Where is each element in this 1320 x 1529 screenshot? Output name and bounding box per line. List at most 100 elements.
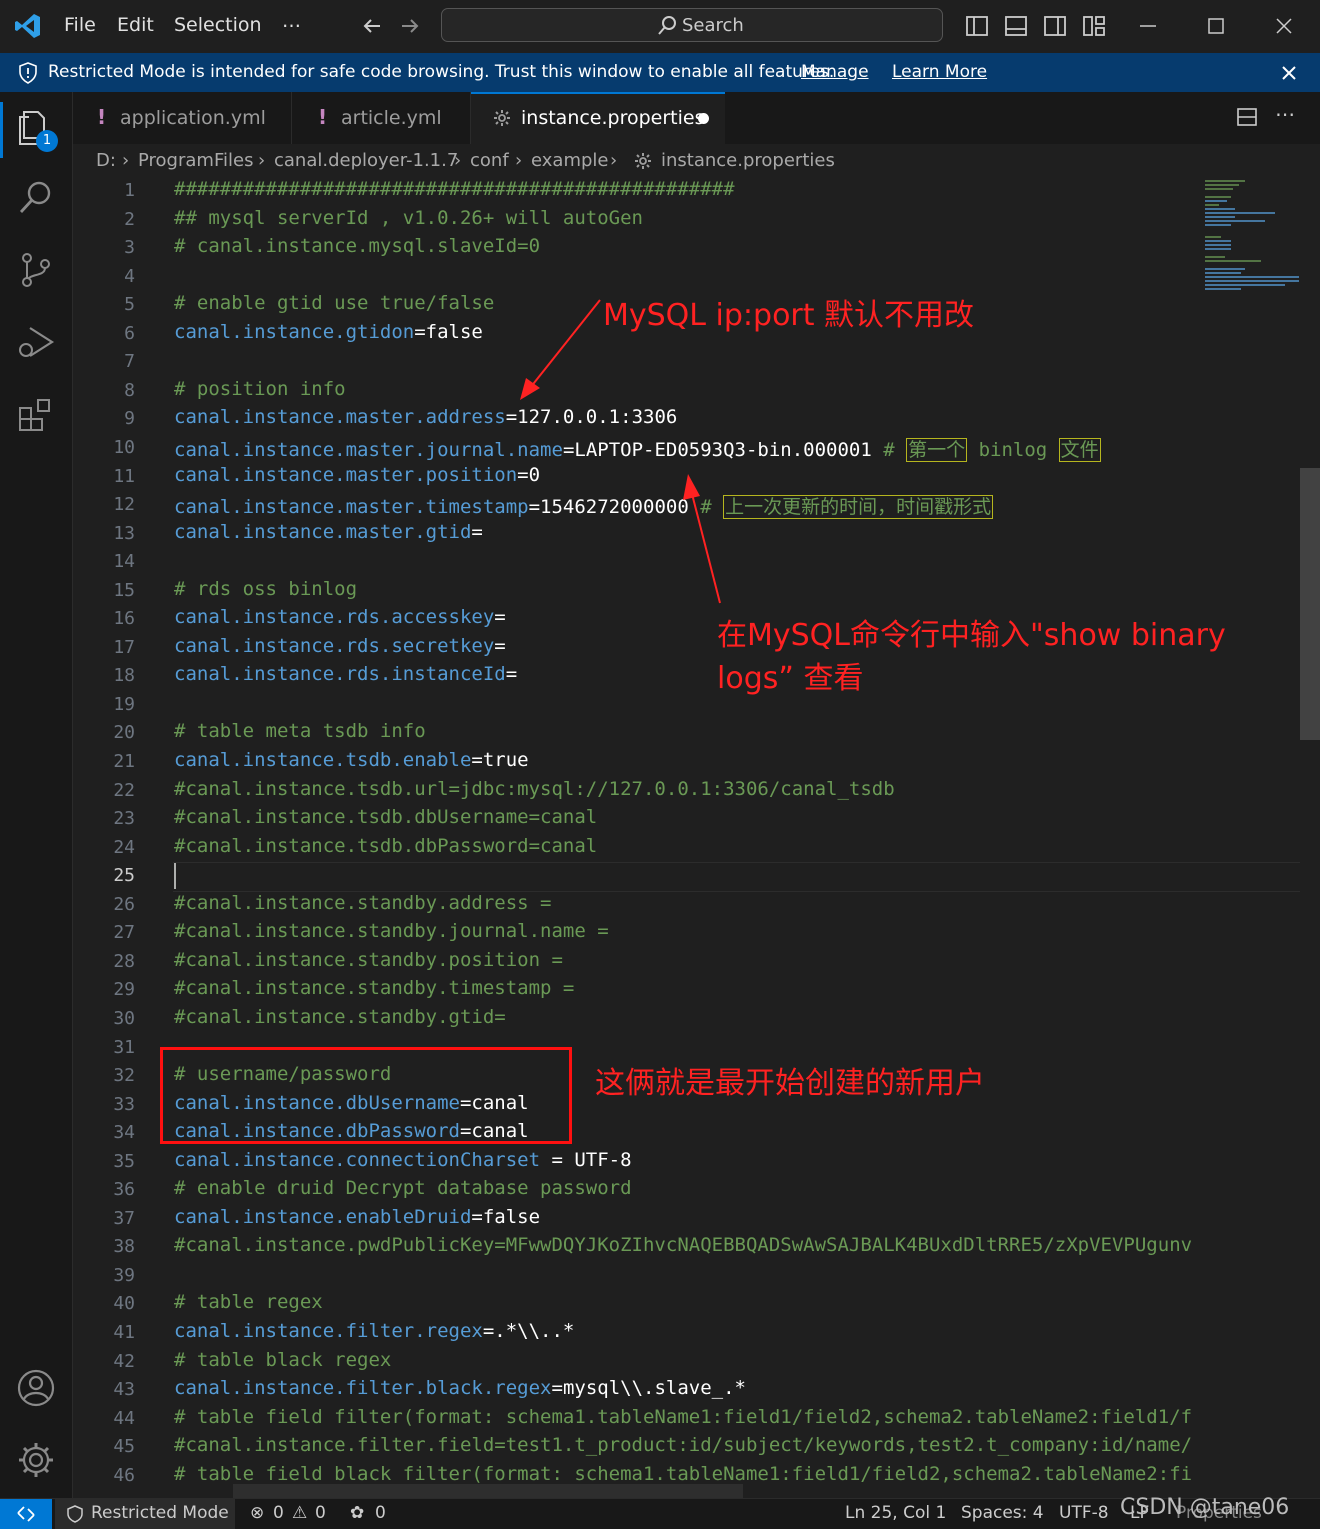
line-number: 34 xyxy=(113,1122,135,1144)
line-number: 13 xyxy=(113,522,135,544)
toggle-panel-icon[interactable] xyxy=(1004,14,1028,38)
line-number: 28 xyxy=(113,950,135,972)
line-number: 40 xyxy=(113,1293,135,1315)
comment-text: # canal.instance.mysql.slaveId=0 xyxy=(174,235,541,258)
code-line[interactable]: # table field black filter(format: schem… xyxy=(174,1463,1192,1485)
toggle-secondary-sidebar-icon[interactable] xyxy=(1043,14,1067,38)
code-line[interactable]: canal.instance.filter.regex=.*\\..* xyxy=(174,1320,574,1342)
highlighted-comment: 文件 xyxy=(1058,437,1101,462)
restricted-mode-status[interactable]: Restricted Mode xyxy=(55,1499,235,1529)
manage-link[interactable]: Manage xyxy=(801,62,869,82)
menu-file[interactable]: File xyxy=(64,14,96,36)
banner-message: Restricted Mode is intended for safe cod… xyxy=(48,62,835,82)
tab-instance-properties[interactable]: instance.properties xyxy=(471,92,725,144)
menu-edit[interactable]: Edit xyxy=(117,14,154,36)
code-line[interactable]: # rds oss binlog xyxy=(174,578,357,600)
close-banner-icon[interactable] xyxy=(1279,63,1299,83)
code-line[interactable]: #canal.instance.pwdPublicKey=MFwwDQYJKoZ… xyxy=(174,1234,1192,1256)
code-line[interactable]: canal.instance.enableDruid=false xyxy=(174,1206,540,1228)
code-line[interactable]: #canal.instance.filter.field=test1.t_pro… xyxy=(174,1434,1192,1456)
code-line[interactable]: #canal.instance.tsdb.url=jdbc:mysql://12… xyxy=(174,778,895,800)
unsaved-dot-icon[interactable] xyxy=(698,113,709,124)
minimize-icon[interactable] xyxy=(1136,14,1160,38)
code-line[interactable]: ## mysql serverId , v1.0.26+ will autoGe… xyxy=(174,207,643,229)
remote-indicator[interactable] xyxy=(0,1499,52,1529)
property-value: =.*\\..* xyxy=(482,1320,575,1342)
horizontal-scrollbar-thumb[interactable] xyxy=(233,1484,743,1498)
code-line[interactable]: canal.instance.filter.black.regex=mysql\… xyxy=(174,1377,746,1399)
breadcrumb-item[interactable]: D: xyxy=(96,150,116,171)
learn-more-link[interactable]: Learn More xyxy=(892,62,987,82)
cursor-position[interactable]: Ln 25, Col 1 xyxy=(845,1503,946,1523)
code-line[interactable]: # enable gtid use true/false xyxy=(174,292,494,314)
forward-arrow-icon[interactable] xyxy=(398,14,422,38)
code-line[interactable]: #canal.instance.standby.journal.name = xyxy=(174,920,609,942)
property-value: =mysql\\.slave_.* xyxy=(551,1377,746,1400)
code-line[interactable]: #canal.instance.tsdb.dbPassword=canal xyxy=(174,835,597,857)
code-line[interactable]: #canal.instance.standby.gtid= xyxy=(174,1006,506,1028)
code-line[interactable]: canal.instance.master.address=127.0.0.1:… xyxy=(174,406,677,428)
indentation[interactable]: Spaces: 4 xyxy=(961,1503,1044,1523)
line-number: 27 xyxy=(113,922,135,944)
code-line[interactable]: #canal.instance.standby.position = xyxy=(174,949,563,971)
run-debug-icon[interactable] xyxy=(16,322,56,362)
code-line[interactable]: # table regex xyxy=(174,1291,323,1313)
code-line[interactable]: # enable druid Decrypt database password xyxy=(174,1177,632,1199)
code-line[interactable]: # position info xyxy=(174,378,346,400)
source-control-icon[interactable] xyxy=(16,250,56,290)
scrollbar-thumb[interactable] xyxy=(1300,468,1320,740)
manage-gear-icon[interactable] xyxy=(16,1440,56,1480)
breadcrumb-item[interactable]: example xyxy=(531,150,608,171)
close-window-icon[interactable] xyxy=(1272,14,1296,38)
shield-icon xyxy=(67,1505,83,1523)
line-number: 9 xyxy=(124,408,135,430)
code-line[interactable]: # table meta tsdb info xyxy=(174,720,426,742)
error-count[interactable]: 0 xyxy=(273,1503,284,1523)
breadcrumb-item[interactable]: conf xyxy=(470,150,509,171)
minimap[interactable] xyxy=(1205,178,1300,298)
vertical-scrollbar[interactable] xyxy=(1300,178,1320,1498)
code-line[interactable]: #canal.instance.standby.address = xyxy=(174,892,552,914)
code-line[interactable]: canal.instance.rds.instanceId= xyxy=(174,663,517,685)
search-view-icon[interactable] xyxy=(16,178,56,218)
code-line[interactable]: # canal.instance.mysql.slaveId=0 xyxy=(174,235,540,257)
split-editor-icon[interactable] xyxy=(1236,106,1258,128)
extensions-icon[interactable] xyxy=(16,394,56,434)
code-line[interactable]: canal.instance.tsdb.enable=true xyxy=(174,749,529,771)
toggle-primary-sidebar-icon[interactable] xyxy=(965,14,989,38)
more-actions-icon[interactable]: ⋯ xyxy=(1275,102,1295,126)
code-line[interactable]: # table black regex xyxy=(174,1349,391,1371)
chevron-right-icon: › xyxy=(258,150,266,171)
property-key: canal.instance.master.address xyxy=(174,406,506,429)
code-line[interactable]: canal.instance.master.timestamp=15462720… xyxy=(174,492,994,520)
code-line[interactable]: ########################################… xyxy=(174,178,735,200)
tab-article-yml[interactable]: ! article.yml xyxy=(292,92,471,144)
command-center-search[interactable]: Search xyxy=(441,8,943,42)
breadcrumb-item[interactable]: instance.properties xyxy=(661,150,835,171)
maximize-icon[interactable] xyxy=(1204,14,1228,38)
breadcrumb-item[interactable]: canal.deployer-1.1.7 xyxy=(274,150,458,171)
code-line[interactable]: canal.instance.gtidon=false xyxy=(174,321,483,343)
code-line[interactable]: #canal.instance.tsdb.dbUsername=canal xyxy=(174,806,597,828)
breadcrumb-item[interactable]: ProgramFiles xyxy=(138,150,253,171)
code-editor[interactable]: 1 #######################################… xyxy=(73,178,1320,1498)
menu-selection[interactable]: Selection xyxy=(174,14,262,36)
code-line[interactable]: #canal.instance.standby.timestamp = xyxy=(174,977,574,999)
code-line[interactable]: canal.instance.rds.secretkey= xyxy=(174,635,506,657)
code-line[interactable]: canal.instance.rds.accesskey= xyxy=(174,606,506,628)
accounts-icon[interactable] xyxy=(16,1368,56,1408)
code-line[interactable]: canal.instance.master.journal.name=LAPTO… xyxy=(174,435,1101,462)
warning-count[interactable]: 0 xyxy=(315,1503,326,1523)
encoding[interactable]: UTF-8 xyxy=(1059,1503,1109,1523)
code-line[interactable]: canal.instance.connectionCharset = UTF-8 xyxy=(174,1149,632,1171)
code-line[interactable]: canal.instance.master.position=0 xyxy=(174,464,540,486)
code-line[interactable]: canal.instance.master.gtid= xyxy=(174,521,483,543)
ports-count[interactable]: 0 xyxy=(375,1503,386,1523)
tab-application-yml[interactable]: ! application.yml xyxy=(73,92,292,144)
back-arrow-icon[interactable] xyxy=(360,14,384,38)
property-key: canal.instance.tsdb.enable xyxy=(174,749,472,771)
code-line[interactable]: # table field filter(format: schema1.tab… xyxy=(174,1406,1192,1428)
customize-layout-icon[interactable] xyxy=(1082,14,1106,38)
line-number: 21 xyxy=(113,751,135,772)
menu-more[interactable]: … xyxy=(282,10,301,32)
